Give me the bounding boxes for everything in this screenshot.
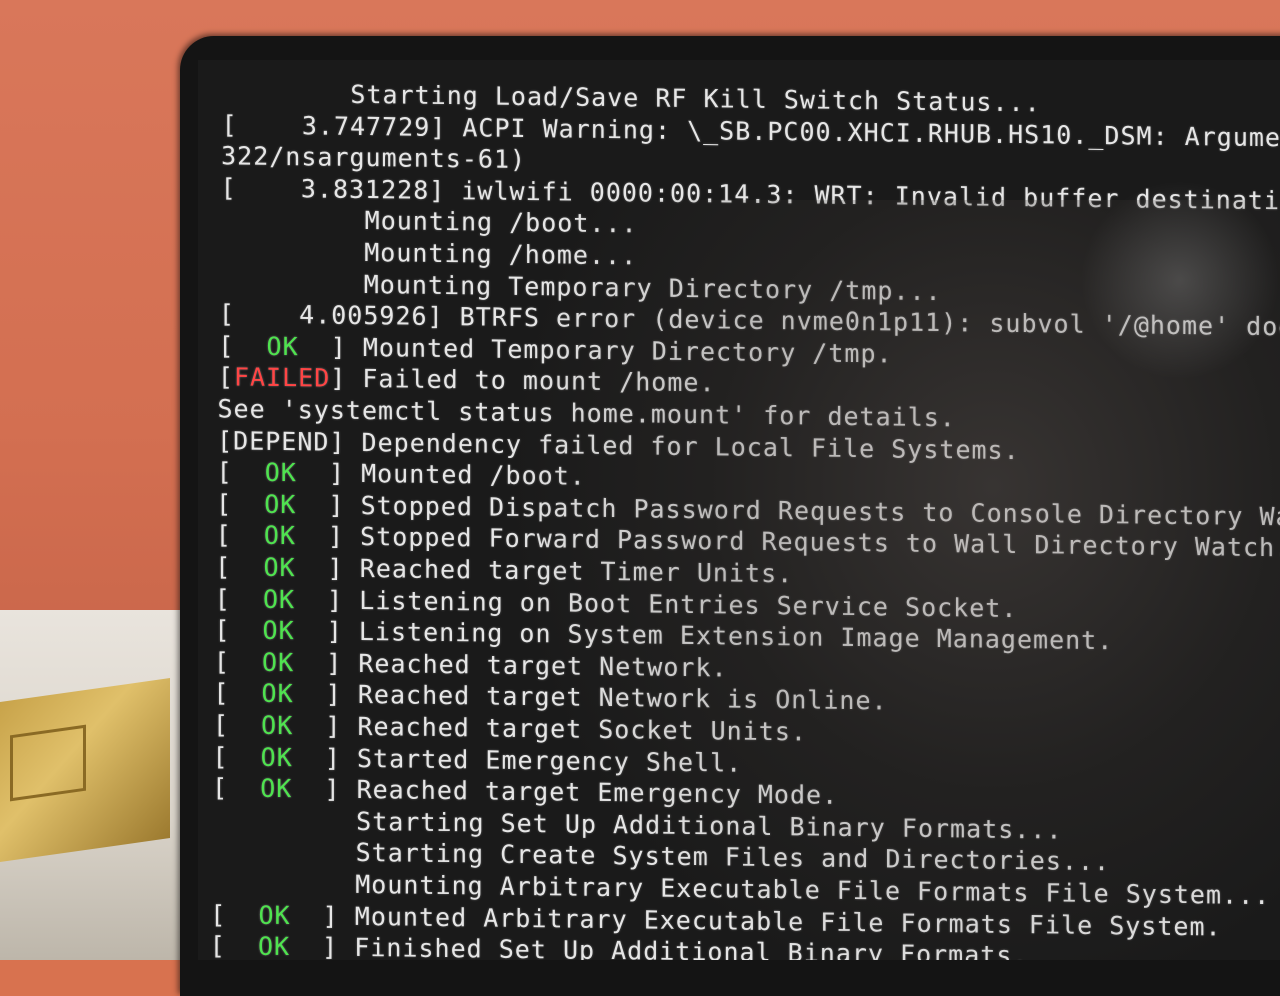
status-bracket-close: ] (290, 932, 355, 960)
status-ok: OK (264, 489, 297, 519)
console-message: Reached target Network is Online. (357, 680, 888, 716)
console-message: Failed to mount /home. (362, 364, 716, 398)
status-bracket-close: ] (295, 521, 361, 552)
status-ok: OK (262, 584, 296, 614)
console-line: [ OK ] Reached target Network is Online. (213, 679, 887, 716)
status-bracket-open: [ (214, 615, 263, 645)
status-ok: OK (257, 931, 291, 960)
status-ok: OK (262, 647, 295, 677)
console-message: Reached target Timer Units. (359, 553, 794, 589)
status-bracket-close: ] (293, 711, 358, 741)
status-bracket-close: ] (298, 332, 363, 362)
console-line: [ OK ] Started Emergency Shell. (213, 742, 743, 777)
status-bracket-open: [ (217, 362, 234, 392)
console-message: Mounting /boot... (220, 204, 638, 239)
status-bracket-open: [ (212, 773, 261, 803)
status-ok: OK (263, 521, 296, 551)
status-ok: OK (260, 742, 293, 772)
status-failed: FAILED (233, 362, 331, 394)
status-bracket-close: ] (294, 647, 359, 678)
console-line: 322/nsarguments-61) (221, 141, 526, 174)
status-ok: OK (261, 710, 294, 741)
status-bracket-open: [ (216, 489, 265, 519)
console-line: [ OK ] Reached target Timer Units. (215, 552, 793, 588)
status-bracket-open: [ (213, 678, 262, 709)
console-message: Reached target Socket Units. (357, 711, 807, 747)
console-screen: Starting Load/Save RF Kill Switch Status… (198, 60, 1280, 960)
console-line: [ OK ] Reached target Network. (214, 647, 728, 682)
status-ok: OK (264, 458, 297, 488)
status-bracket-open: [ (215, 520, 264, 551)
status-bracket-close: ] (296, 458, 362, 489)
status-ok: OK (261, 679, 294, 709)
console-message: Reached target Network. (358, 648, 728, 683)
status-bracket-open: [ (216, 457, 265, 488)
status-bracket-close: ] (290, 900, 355, 931)
console-message: Listening on Boot Entries Service Socket… (359, 585, 1018, 623)
console-line: Mounting /boot... (220, 204, 638, 239)
console-line: [ OK ] Mounted Temporary Directory /tmp. (218, 331, 892, 368)
status-bracket-close: ] (295, 584, 360, 615)
console-message: 322/nsarguments-61) (221, 141, 527, 175)
status-ok: OK (260, 773, 293, 804)
console-line: [ OK ] Mounted /boot. (217, 457, 586, 491)
status-bracket-close: ] (292, 742, 357, 773)
status-bracket-open: [ (215, 552, 264, 582)
console-message: Reached target Emergency Mode. (356, 775, 839, 811)
console-line: [ OK ] Reached target Emergency Mode. (212, 773, 838, 810)
status-bracket-open: [ (209, 931, 258, 960)
console-message: Started Emergency Shell. (356, 743, 743, 778)
status-bracket-open: [ (218, 331, 267, 361)
console-line: [ OK ] Reached target Socket Units. (213, 710, 807, 746)
status-bracket-open: [ (213, 646, 263, 677)
console-message: Mounting /home... (219, 236, 638, 271)
status-bracket-close: ] (295, 553, 360, 583)
status-ok: OK (263, 552, 296, 583)
status-bracket-open: [ (213, 710, 262, 740)
status-bracket-close: ] (296, 489, 361, 520)
console-line: [FAILED] Failed to mount /home. (218, 363, 716, 398)
status-bracket-open: [ (212, 741, 261, 772)
status-ok: OK (262, 615, 295, 646)
status-bracket-close: ] (330, 364, 363, 394)
status-bracket-close: ] (294, 616, 359, 647)
status-bracket-close: ] (292, 774, 357, 805)
status-ok: OK (258, 900, 291, 930)
console-line: Mounting /home... (220, 236, 637, 270)
status-bracket-open: [ (214, 583, 263, 614)
status-ok: OK (266, 331, 299, 362)
boot-log: Starting Load/Save RF Kill Switch Status… (198, 60, 1280, 960)
product-box-label (10, 724, 86, 802)
console-message: Mounted /boot. (361, 459, 586, 491)
status-bracket-open: [ (210, 899, 259, 930)
console-message: Mounted Temporary Directory /tmp. (362, 332, 893, 369)
status-bracket-close: ] (293, 679, 358, 710)
